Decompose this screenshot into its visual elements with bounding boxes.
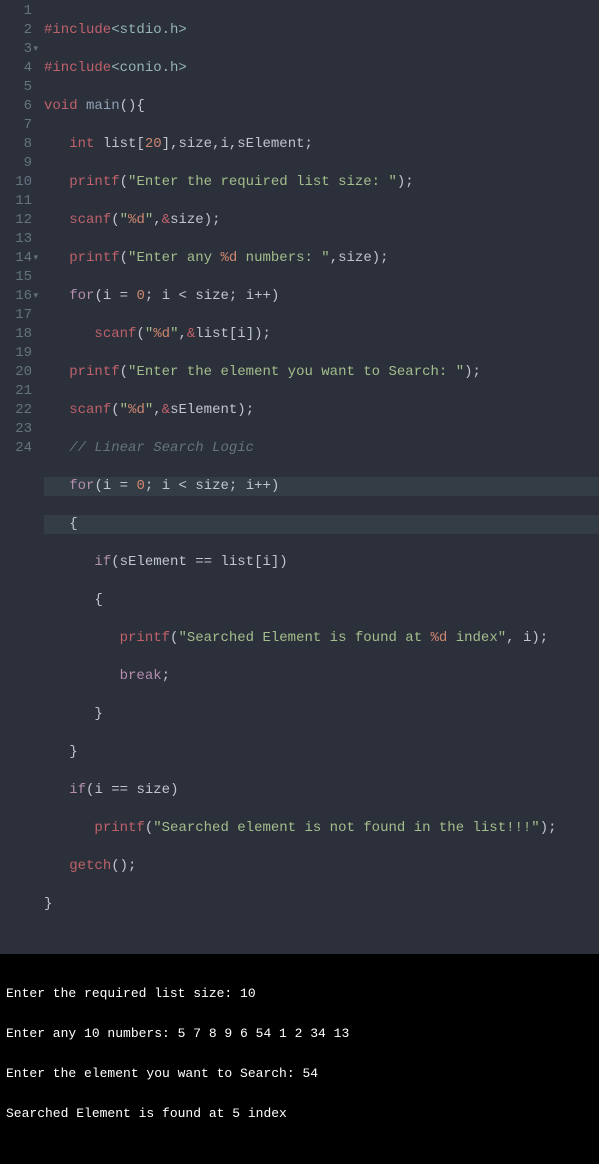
line-number: 16▾ [6, 287, 32, 306]
code-line: if(i == size) [44, 781, 599, 800]
code-line: } [44, 705, 599, 724]
code-line: int list[20],size,i,sElement; [44, 135, 599, 154]
fold-marker-icon[interactable]: ▾ [33, 249, 38, 268]
code-line: printf("Enter the element you want to Se… [44, 363, 599, 382]
line-number: 22 [6, 401, 32, 420]
code-line: #include<stdio.h> [44, 21, 599, 40]
line-number: 6 [6, 97, 32, 116]
line-number: 7 [6, 116, 32, 135]
fold-marker-icon[interactable]: ▾ [33, 287, 38, 306]
code-line: if(sElement == list[i]) [44, 553, 599, 572]
line-number: 19 [6, 344, 32, 363]
console-line: Enter the required list size: 10 [6, 984, 593, 1004]
line-number: 3▾ [6, 40, 32, 59]
line-number: 1 [6, 2, 32, 21]
line-number: 11 [6, 192, 32, 211]
line-number: 2 [6, 21, 32, 40]
line-number: 10 [6, 173, 32, 192]
code-line: #include<conio.h> [44, 59, 599, 78]
fold-marker-icon[interactable]: ▾ [33, 40, 38, 59]
code-editor: 1 2 3▾ 4 5 6 7 8 9 10 11 12 13 14▾ 15 16… [0, 0, 599, 954]
line-number: 20 [6, 363, 32, 382]
console-line: Searched Element is found at 5 index [6, 1104, 593, 1124]
code-line: scanf("%d",&size); [44, 211, 599, 230]
code-line: break; [44, 667, 599, 686]
code-line: printf("Searched Element is found at %d … [44, 629, 599, 648]
code-line: scanf("%d",&sElement); [44, 401, 599, 420]
line-number: 14▾ [6, 249, 32, 268]
code-line: void main(){ [44, 97, 599, 116]
line-number: 17 [6, 306, 32, 325]
code-area[interactable]: #include<stdio.h> #include<conio.h> void… [40, 0, 599, 954]
line-number: 4 [6, 59, 32, 78]
line-number: 13 [6, 230, 32, 249]
code-line: } [44, 743, 599, 762]
console-line: Enter the element you want to Search: 54 [6, 1064, 593, 1084]
code-line: getch(); [44, 857, 599, 876]
line-number: 15 [6, 268, 32, 287]
console-line: Enter any 10 numbers: 5 7 8 9 6 54 1 2 3… [6, 1024, 593, 1044]
line-number: 21 [6, 382, 32, 401]
line-number-gutter: 1 2 3▾ 4 5 6 7 8 9 10 11 12 13 14▾ 15 16… [0, 0, 40, 954]
line-number: 9 [6, 154, 32, 173]
line-number: 5 [6, 78, 32, 97]
line-number: 8 [6, 135, 32, 154]
code-line: { [44, 515, 599, 534]
console-output: Enter the required list size: 10 Enter a… [0, 954, 599, 1164]
line-number: 23 [6, 420, 32, 439]
code-line: // Linear Search Logic [44, 439, 599, 458]
code-line: printf("Enter the required list size: ")… [44, 173, 599, 192]
code-line: { [44, 591, 599, 610]
code-line: for(i = 0; i < size; i++) [44, 477, 599, 496]
code-line: scanf("%d",&list[i]); [44, 325, 599, 344]
code-line: } [44, 895, 599, 914]
line-number: 12 [6, 211, 32, 230]
code-line: printf("Searched element is not found in… [44, 819, 599, 838]
code-line: printf("Enter any %d numbers: ",size); [44, 249, 599, 268]
line-number: 18 [6, 325, 32, 344]
code-line: for(i = 0; i < size; i++) [44, 287, 599, 306]
line-number: 24 [6, 439, 32, 458]
